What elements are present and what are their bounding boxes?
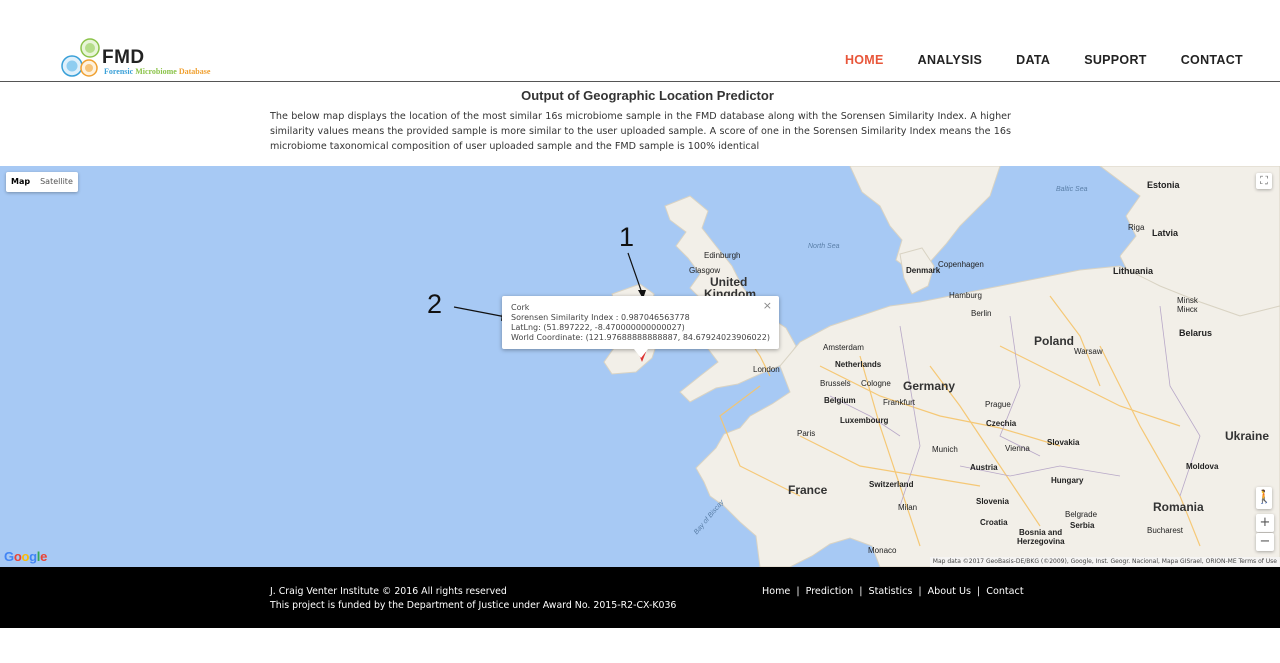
map-label-minsk-local: Мінск xyxy=(1177,305,1198,314)
google-logo[interactable]: Google xyxy=(4,549,47,564)
info-window-title: Cork xyxy=(511,303,530,312)
footer-link-prediction[interactable]: Prediction xyxy=(806,586,854,597)
footer-funding: This project is funded by the Department… xyxy=(270,600,677,611)
nav-analysis[interactable]: ANALYSIS xyxy=(918,53,982,67)
footer-link-home[interactable]: Home xyxy=(762,586,790,597)
info-window-latlng: LatLng: (51.897222, -8.470000000000027) xyxy=(511,323,685,332)
nav-data[interactable]: DATA xyxy=(1016,53,1050,67)
footer-separator: | xyxy=(918,586,922,597)
zoom-in-button[interactable]: + xyxy=(1256,514,1274,532)
footer-link-contact[interactable]: Contact xyxy=(986,586,1023,597)
info-window-similarity: Sorensen Similarity Index : 0.9870465637… xyxy=(511,313,690,322)
logo-title: FMD xyxy=(102,47,145,68)
footer-link-about-us[interactable]: About Us xyxy=(928,586,971,597)
site-footer: J. Craig Venter Institute © 2016 All rig… xyxy=(0,567,1280,628)
map-label-berlin: Berlin xyxy=(971,309,992,318)
google-map[interactable]: Estonia Baltic Sea Riga Latvia North Sea… xyxy=(0,166,1280,567)
map-label-london: London xyxy=(753,365,780,374)
map-land-shapes xyxy=(453,166,1280,567)
map-label-paris: Paris xyxy=(797,429,816,438)
footer-separator: | xyxy=(977,586,981,597)
pegman-icon[interactable]: 🚶 xyxy=(1256,487,1272,509)
map-label-monaco: Monaco xyxy=(868,546,897,555)
close-icon[interactable]: × xyxy=(763,300,772,311)
map-label-luxembourg: Luxembourg xyxy=(840,416,889,425)
map-label-warsaw: Warsaw xyxy=(1074,347,1103,356)
map-label-amsterdam: Amsterdam xyxy=(823,343,864,352)
info-window: Cork Sorensen Similarity Index : 0.98704… xyxy=(502,296,779,358)
map-label-slovakia: Slovakia xyxy=(1047,438,1080,447)
annotation-1: 1 xyxy=(619,222,635,252)
map-label-minsk: Minsk xyxy=(1177,296,1198,305)
footer-separator: | xyxy=(859,586,863,597)
footer-links: Home | Prediction | Statistics | About Us | … xyxy=(762,586,1024,597)
footer-link-statistics[interactable]: Statistics xyxy=(868,586,912,597)
map-label-prague: Prague xyxy=(985,400,1011,409)
map-label-bucharest: Bucharest xyxy=(1147,526,1184,535)
nav-home[interactable]: HOME xyxy=(845,53,884,67)
map-label-frankfurt: Frankfurt xyxy=(883,398,916,407)
nav-support[interactable]: SUPPORT xyxy=(1084,53,1147,67)
logo-sub-microbiome: Microbiome xyxy=(135,67,177,76)
map-label-copenhagen: Copenhagen xyxy=(938,260,984,269)
map-label-moldova: Moldova xyxy=(1186,462,1219,471)
map-label-riga: Riga xyxy=(1128,223,1145,232)
map-label-latvia: Latvia xyxy=(1152,228,1179,238)
map-label-herzegovina: Herzegovina xyxy=(1017,537,1065,546)
footer-copyright: J. Craig Venter Institute © 2016 All rig… xyxy=(270,586,507,597)
map-label-glasgow: Glasgow xyxy=(689,266,721,275)
map-label-switzerland: Switzerland xyxy=(869,480,914,489)
map-type-map-button[interactable]: Map xyxy=(6,172,35,192)
map-label-belgium: Belgium xyxy=(824,396,856,405)
map-label-belgrade: Belgrade xyxy=(1065,510,1098,519)
map-label-romania: Romania xyxy=(1153,500,1204,514)
page-description: The below map displays the location of t… xyxy=(270,111,1011,152)
map-label-north-sea: North Sea xyxy=(808,243,840,250)
map-label-hungary: Hungary xyxy=(1051,476,1084,485)
map-label-brussels: Brussels xyxy=(820,379,851,388)
map-label-munich: Munich xyxy=(932,445,958,454)
logo-sub-forensic: Forensic xyxy=(104,67,134,76)
map-label-milan: Milan xyxy=(898,503,918,512)
map-label-france: France xyxy=(788,483,828,497)
map-label-estonia: Estonia xyxy=(1147,180,1180,190)
zoom-out-button[interactable]: − xyxy=(1256,533,1274,551)
map-label-croatia: Croatia xyxy=(980,518,1008,527)
map-label-bosnia: Bosnia and xyxy=(1019,528,1063,537)
logo-sub-database: Database xyxy=(178,67,211,76)
map-type-control: Map Satellite xyxy=(6,172,78,192)
main-nav: HOME ANALYSIS DATA SUPPORT CONTACT xyxy=(811,53,1243,67)
map-label-serbia: Serbia xyxy=(1070,521,1095,530)
annotation-2: 2 xyxy=(427,289,443,319)
map-label-vienna: Vienna xyxy=(1005,444,1030,453)
logo-subtitle: Forensic Microbiome Database xyxy=(104,67,210,76)
footer-copyright-block: J. Craig Venter Institute © 2016 All rig… xyxy=(270,585,676,613)
map-label-ukraine: Ukraine xyxy=(1225,429,1270,443)
map-label-hamburg: Hamburg xyxy=(949,291,982,300)
map-label-czechia: Czechia xyxy=(986,419,1017,428)
map-label-poland: Poland xyxy=(1034,334,1075,348)
logo-circles-icon xyxy=(61,38,100,77)
map-label-belarus: Belarus xyxy=(1179,328,1213,338)
map-label-slovenia: Slovenia xyxy=(976,497,1009,506)
page-title: Output of Geographic Location Predictor xyxy=(521,88,774,103)
footer-separator: | xyxy=(796,586,800,597)
map-label-cologne: Cologne xyxy=(861,379,891,388)
map-attribution[interactable]: Map data ©2017 GeoBasis-DE/BKG (©2009), … xyxy=(929,557,1280,567)
map-label-edinburgh: Edinburgh xyxy=(704,251,741,260)
fmd-logo[interactable]: FMD Forensic Microbiome Database xyxy=(60,38,220,80)
map-type-satellite-button[interactable]: Satellite xyxy=(35,172,78,192)
info-window-tail xyxy=(634,349,648,358)
map-label-denmark: Denmark xyxy=(906,266,941,275)
map-label-netherlands: Netherlands xyxy=(835,360,882,369)
map-label-austria: Austria xyxy=(970,463,998,472)
site-header: FMD Forensic Microbiome Database HOME AN… xyxy=(0,0,1280,82)
map-label-germany: Germany xyxy=(903,379,956,393)
fullscreen-icon[interactable]: ⛶ xyxy=(1256,173,1272,189)
map-label-lithuania: Lithuania xyxy=(1113,266,1153,276)
nav-contact[interactable]: CONTACT xyxy=(1181,53,1243,67)
info-window-world-coordinate: World Coordinate: (121.97688888888887, 8… xyxy=(511,333,770,342)
map-label-baltic-sea: Baltic Sea xyxy=(1056,186,1088,193)
